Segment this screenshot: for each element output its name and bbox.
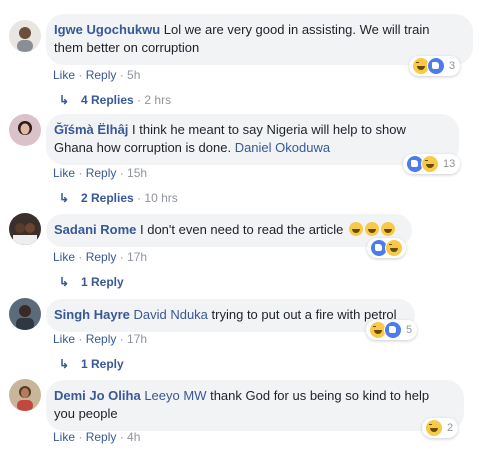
comment-bubble: Sadani Rome I don't even need to read th…: [46, 214, 412, 247]
laughing-emoji-icon: [365, 222, 380, 236]
comment-author[interactable]: Sadani Rome: [54, 222, 136, 237]
comment-actions: Like · Reply · 5h: [53, 68, 141, 82]
reply-arrow-icon: ↳: [59, 357, 70, 371]
like-reaction-icon: [427, 57, 445, 75]
view-replies-link[interactable]: ↳ 4 Replies · 2 hrs: [59, 92, 171, 108]
replies-time: 10 hrs: [144, 191, 178, 205]
reply-link[interactable]: Reply: [86, 430, 117, 444]
comment-text: trying to put out a fire with petrol: [211, 307, 397, 322]
reaction-count: 5: [406, 324, 413, 336]
reaction-count: 3: [449, 60, 456, 72]
comment-bubble: Ğĩśmà Ëlhâj I think he meant to say Nige…: [46, 114, 459, 165]
replies-time: 2 hrs: [144, 93, 172, 107]
reply-link[interactable]: Reply: [86, 166, 117, 180]
comment-actions: Like · Reply · 17h: [53, 332, 148, 346]
reply-link[interactable]: Reply: [86, 332, 117, 346]
like-link[interactable]: Like: [53, 68, 75, 82]
comment-bubble: Singh Hayre David Nduka trying to put ou…: [46, 299, 415, 332]
reaction-count: 2: [447, 422, 454, 434]
reaction-summary[interactable]: 2: [422, 418, 459, 438]
like-link[interactable]: Like: [53, 332, 75, 346]
avatar[interactable]: [9, 379, 41, 411]
reaction-summary[interactable]: 5: [366, 320, 418, 340]
reaction-summary[interactable]: [367, 238, 406, 258]
avatar[interactable]: [9, 213, 41, 245]
like-link[interactable]: Like: [53, 166, 75, 180]
avatar[interactable]: [9, 114, 41, 146]
comment-time[interactable]: 15h: [127, 166, 147, 180]
comment-actions: Like · Reply · 4h: [53, 430, 141, 444]
reply-link[interactable]: Reply: [86, 68, 117, 82]
replies-count: 1 Reply: [81, 357, 124, 371]
comment-time[interactable]: 17h: [127, 332, 147, 346]
avatar[interactable]: [9, 298, 41, 330]
comment-text: I don't even need to read the article: [139, 222, 344, 237]
comment-mention[interactable]: David Nduka: [133, 307, 207, 322]
laughing-emoji-icon: [381, 222, 396, 236]
reply-arrow-icon: ↳: [59, 191, 70, 205]
like-link[interactable]: Like: [53, 430, 75, 444]
comment-author[interactable]: Ğĩśmà Ëlhâj: [54, 122, 128, 137]
reply-arrow-icon: ↳: [59, 93, 70, 107]
comment-mention[interactable]: Daniel Okoduwa: [235, 140, 330, 155]
like-reaction-icon: [384, 321, 402, 339]
comment-author[interactable]: Demi Jo Oliha: [54, 388, 141, 403]
comment-bubble: Igwe Ugochukwu Lol we are very good in a…: [46, 14, 473, 65]
comment-author[interactable]: Singh Hayre: [54, 307, 130, 322]
like-link[interactable]: Like: [53, 250, 75, 264]
comment-actions: Like · Reply · 15h: [53, 166, 148, 180]
reply-arrow-icon: ↳: [59, 275, 70, 289]
comment-time[interactable]: 4h: [127, 430, 140, 444]
haha-reaction-icon: [425, 419, 443, 437]
view-replies-link[interactable]: ↳ 1 Reply: [59, 274, 124, 290]
comment-author[interactable]: Igwe Ugochukwu: [54, 22, 160, 37]
avatar[interactable]: [9, 20, 41, 52]
reaction-summary[interactable]: 13: [403, 154, 461, 174]
comment-time[interactable]: 17h: [127, 250, 147, 264]
haha-reaction-icon: [421, 155, 439, 173]
reaction-count: 13: [443, 158, 456, 170]
reaction-summary[interactable]: 3: [409, 56, 461, 76]
view-replies-link[interactable]: ↳ 1 Reply: [59, 356, 124, 372]
laughing-emoji-icon: [349, 222, 364, 236]
comment-mention[interactable]: Leeyo MW: [144, 388, 206, 403]
haha-reaction-icon: [385, 239, 403, 257]
replies-count: 1 Reply: [81, 275, 124, 289]
replies-count: 4 Replies: [81, 93, 134, 107]
comment-actions: Like · Reply · 17h: [53, 250, 148, 264]
replies-count: 2 Replies: [81, 191, 134, 205]
view-replies-link[interactable]: ↳ 2 Replies · 10 hrs: [59, 190, 178, 206]
reply-link[interactable]: Reply: [86, 250, 117, 264]
comment-time[interactable]: 5h: [127, 68, 140, 82]
comment-bubble: Demi Jo Oliha Leeyo MW thank God for us …: [46, 380, 464, 431]
